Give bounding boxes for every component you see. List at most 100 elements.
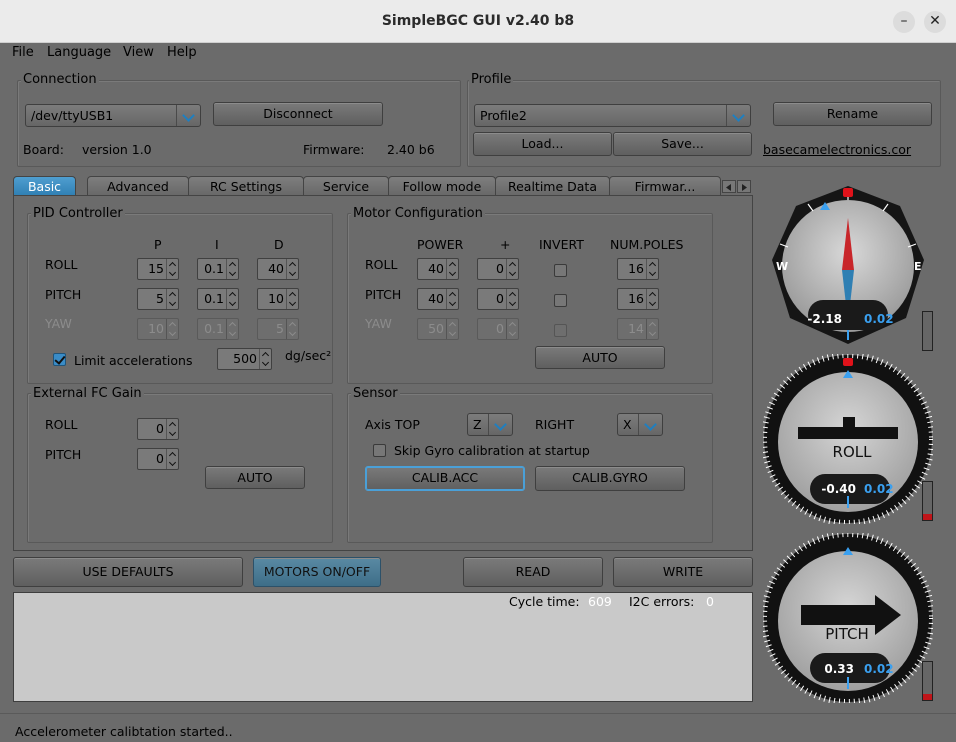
compass-east: E <box>914 260 922 273</box>
menu-view[interactable]: View <box>123 45 154 60</box>
pid-roll-d[interactable]: 40 <box>257 258 299 280</box>
calib-gyro-button[interactable]: CALIB.GYRO <box>535 466 685 491</box>
port-combo[interactable]: /dev/ttyUSB1 <box>25 104 201 127</box>
pid-header-i: I <box>215 237 219 252</box>
motor-yaw-poles[interactable]: 14 <box>617 318 659 340</box>
motor-pitch-label: PITCH <box>365 287 402 302</box>
motor-auto-button[interactable]: AUTO <box>535 346 665 369</box>
axis-right-value: X <box>623 417 632 432</box>
pitch-angle: 0.33 <box>824 662 854 676</box>
limit-accel-unit: dg/sec² <box>285 348 332 363</box>
motor-pitch-offset[interactable]: 0 <box>477 288 519 310</box>
motor-roll-invert[interactable] <box>554 264 567 277</box>
cycle-time-label: Cycle time: <box>509 594 580 609</box>
axis-top-combo[interactable]: Z <box>467 413 513 436</box>
website-link[interactable]: basecamelectronics.cor <box>763 142 911 157</box>
axis-top-value: Z <box>473 417 482 432</box>
motor-yaw-invert[interactable] <box>554 324 567 337</box>
motor-yaw-offset[interactable]: 0 <box>477 318 519 340</box>
menu-file[interactable]: File <box>12 45 34 60</box>
tab-rc-settings[interactable]: RC Settings <box>188 176 304 196</box>
pid-pitch-label: PITCH <box>45 287 82 302</box>
profile-combo[interactable]: Profile2 <box>474 104 751 127</box>
use-defaults-button[interactable]: USE DEFAULTS <box>13 557 243 587</box>
chevron-left-icon <box>726 184 731 191</box>
title-bar: SimpleBGC GUI v2.40 b8 – ✕ <box>0 0 956 43</box>
ext-fc-pitch-input[interactable]: 0 <box>137 448 179 470</box>
profile-value: Profile2 <box>480 108 527 123</box>
tab-scroll-right[interactable] <box>737 180 751 193</box>
rename-button[interactable]: Rename <box>773 102 932 126</box>
pid-pitch-i[interactable]: 0.1 <box>197 288 239 310</box>
roll-angle: -0.40 <box>821 482 856 496</box>
motor-yaw-power[interactable]: 50 <box>417 318 459 340</box>
minimize-button[interactable]: – <box>893 11 915 33</box>
close-button[interactable]: ✕ <box>924 11 946 33</box>
ext-fc-title: External FC Gain <box>31 386 144 401</box>
motor-header-invert: INVERT <box>539 237 584 252</box>
pid-yaw-d[interactable]: 5 <box>257 318 299 340</box>
motor-roll-offset[interactable]: 0 <box>477 258 519 280</box>
disconnect-button[interactable]: Disconnect <box>213 102 383 126</box>
chevron-down-icon <box>726 105 750 126</box>
pid-roll-p[interactable]: 15 <box>137 258 179 280</box>
pid-yaw-i[interactable]: 0.1 <box>197 318 239 340</box>
save-button[interactable]: Save... <box>613 132 752 156</box>
tab-basic[interactable]: Basic <box>13 176 76 196</box>
pid-pitch-p[interactable]: 5 <box>137 288 179 310</box>
board-label: Board: <box>23 142 64 157</box>
motor-pitch-poles[interactable]: 16 <box>617 288 659 310</box>
motor-pitch-invert[interactable] <box>554 294 567 307</box>
skip-gyro-label: Skip Gyro calibration at startup <box>394 443 590 458</box>
ext-fc-roll-input[interactable]: 0 <box>137 418 179 440</box>
motor-header-power: POWER <box>417 237 464 252</box>
yaw-level-bar <box>922 311 933 351</box>
motor-title: Motor Configuration <box>351 206 485 221</box>
board-value: version 1.0 <box>82 142 152 157</box>
log-area[interactable]: Cycle time: 609 I2C errors: 0 <box>13 592 753 702</box>
i2c-errors-value: 0 <box>706 594 714 609</box>
write-button[interactable]: WRITE <box>613 557 753 587</box>
tab-follow-mode[interactable]: Follow mode <box>388 176 496 196</box>
pid-roll-i[interactable]: 0.1 <box>197 258 239 280</box>
motor-pitch-power[interactable]: 40 <box>417 288 459 310</box>
sensor-title: Sensor <box>351 386 400 401</box>
pid-yaw-p[interactable]: 10 <box>137 318 179 340</box>
tab-realtime-data[interactable]: Realtime Data <box>495 176 610 196</box>
motors-toggle-button[interactable]: MOTORS ON/OFF <box>253 557 381 587</box>
profile-title: Profile <box>469 72 514 87</box>
read-button[interactable]: READ <box>463 557 603 587</box>
motor-roll-poles[interactable]: 16 <box>617 258 659 280</box>
motor-header-offset: + <box>500 237 511 252</box>
ext-fc-auto-button[interactable]: AUTO <box>205 466 305 489</box>
status-text: Accelerometer calibtation started.. <box>15 724 233 739</box>
window-title: SimpleBGC GUI v2.40 b8 <box>381 13 575 29</box>
tab-scroll-left[interactable] <box>722 180 736 193</box>
skip-gyro-checkbox[interactable] <box>373 444 386 457</box>
motor-roll-label: ROLL <box>365 257 398 272</box>
tab-service[interactable]: Service <box>303 176 389 196</box>
load-button[interactable]: Load... <box>473 132 612 156</box>
limit-accel-label: Limit accelerations <box>74 353 193 368</box>
menu-help[interactable]: Help <box>167 45 197 60</box>
ext-fc-pitch-label: PITCH <box>45 447 82 462</box>
motor-yaw-label: YAW <box>365 316 392 331</box>
limit-accel-input[interactable]: 500 <box>217 348 272 370</box>
menu-language[interactable]: Language <box>47 45 111 60</box>
tab-advanced[interactable]: Advanced <box>87 176 189 196</box>
pid-roll-label: ROLL <box>45 257 78 272</box>
axis-right-combo[interactable]: X <box>617 413 663 436</box>
pid-header-d: D <box>274 237 284 252</box>
tab-firmware[interactable]: Firmwar... <box>609 176 721 196</box>
yaw-angle: -2.18 <box>807 312 842 326</box>
motor-roll-power[interactable]: 40 <box>417 258 459 280</box>
calib-acc-button[interactable]: CALIB.ACC <box>365 466 525 491</box>
i2c-errors-label: I2C errors: <box>629 594 695 609</box>
firmware-label: Firmware: <box>303 142 365 157</box>
pid-pitch-d[interactable]: 10 <box>257 288 299 310</box>
ext-fc-roll-label: ROLL <box>45 417 78 432</box>
pitch-rate: 0.02 <box>864 662 894 676</box>
roll-level-bar <box>922 481 933 521</box>
limit-accel-checkbox[interactable] <box>53 353 66 366</box>
chevron-right-icon <box>742 184 747 191</box>
